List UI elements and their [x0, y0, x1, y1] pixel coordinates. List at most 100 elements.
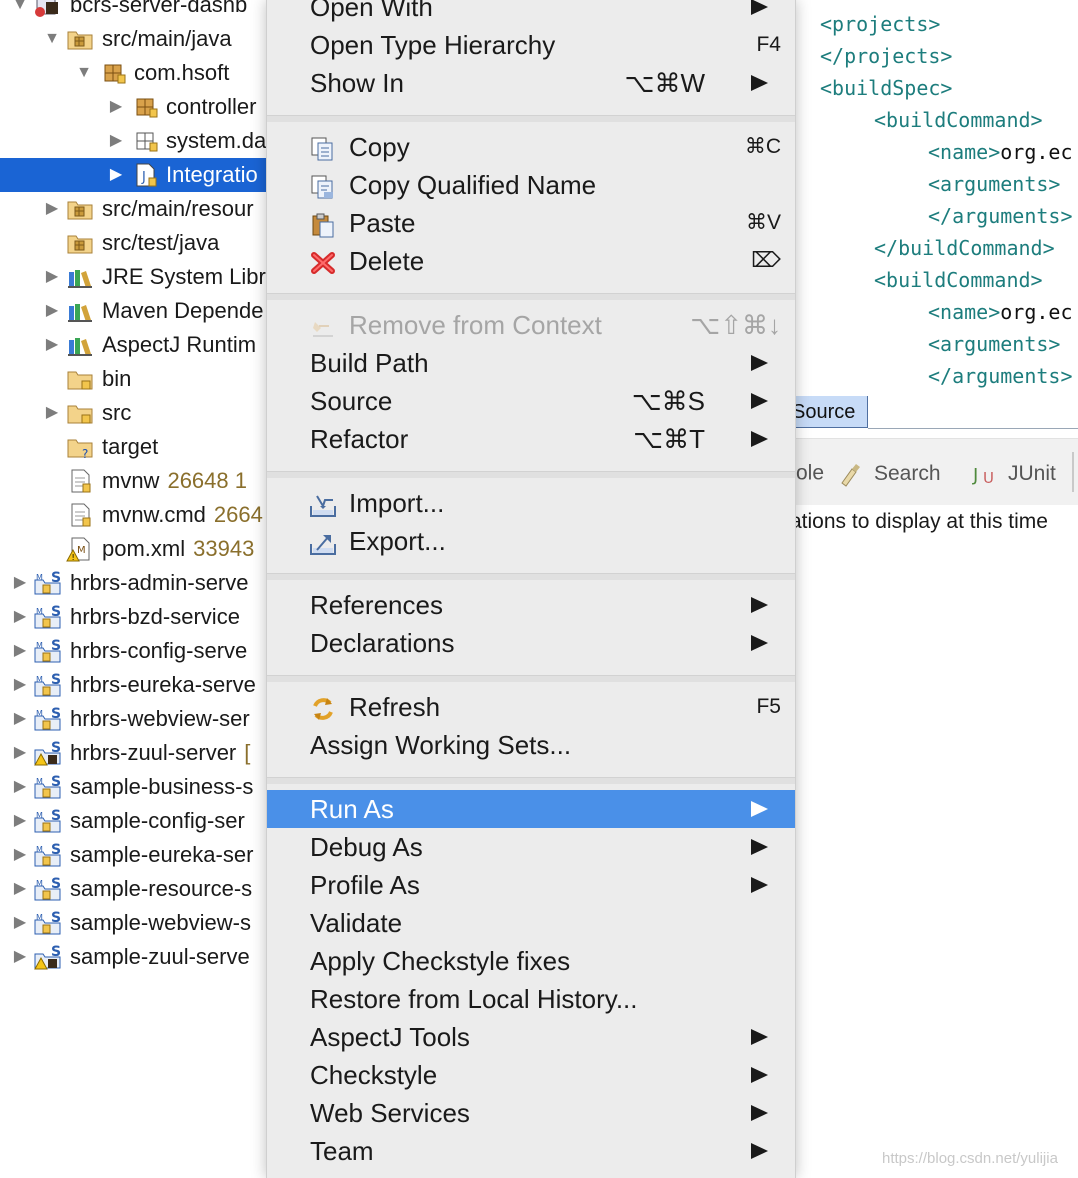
view-status-text: ations to display at this time [790, 510, 1048, 533]
tree-item[interactable]: ▼ bcrs-server-dashb [0, 0, 300, 22]
xml-line: <name>org.ec [928, 136, 1073, 168]
tree-item[interactable]: ▶ M Shrbrs-admin-serve [0, 566, 300, 600]
expand-arrow-right-icon[interactable]: ▶ [42, 294, 62, 328]
expand-arrow-right-icon[interactable]: ▶ [10, 566, 30, 600]
expand-arrow-right-icon[interactable]: ▶ [42, 192, 62, 226]
expand-arrow-right-icon[interactable]: ▶ [10, 600, 30, 634]
tree-item[interactable]: bin [0, 362, 300, 396]
xml-editor[interactable]: <projects> </projects> <buildSpec> <buildCo… [790, 0, 1078, 440]
tree-item[interactable]: ▶ src/main/resour [0, 192, 300, 226]
expand-arrow-down-icon[interactable]: ▼ [10, 0, 30, 22]
source-folder-icon [66, 230, 94, 256]
view-tab-label: JUnit [1008, 462, 1056, 485]
menu-item-label: Delete [349, 246, 425, 276]
menu-item-label: Restore from Local History... [310, 984, 638, 1014]
tree-item[interactable]: ▶ M Ssample-config-ser [0, 804, 300, 838]
expand-arrow-right-icon[interactable]: ▶ [10, 668, 30, 702]
menu-item-apply-checkstyle-fixes[interactable]: Apply Checkstyle fixes [267, 942, 795, 980]
menu-item-debug-as[interactable]: Debug As [267, 828, 795, 866]
menu-item-open-type-hierarchy[interactable]: Open Type Hierarchy F4 [267, 26, 795, 64]
menu-item-export[interactable]: Export... [267, 522, 795, 560]
menu-item-assign-working-sets[interactable]: Assign Working Sets... [267, 726, 795, 764]
tree-item[interactable]: ▶ JRE System Libr [0, 260, 300, 294]
expand-arrow-right-icon[interactable]: ▶ [10, 872, 30, 906]
menu-item-copy[interactable]: Copy ⌘C [267, 128, 795, 166]
submenu-arrow-icon [751, 393, 768, 409]
tree-item[interactable]: mvnw.cmd 2664 [0, 498, 300, 532]
tree-item-text: pom.xml 33943 [102, 532, 254, 566]
expand-arrow-right-icon[interactable]: ▶ [10, 906, 30, 940]
view-tab-junit[interactable]: J U JUnit [972, 461, 1056, 487]
tree-item-meta: 33943 [193, 536, 255, 561]
expand-arrow-down-icon[interactable]: ▼ [74, 56, 94, 90]
source-folder-icon [66, 26, 94, 52]
menu-item-restore-from-local-history[interactable]: Restore from Local History... [267, 980, 795, 1018]
expand-arrow-right-icon[interactable]: ▶ [10, 702, 30, 736]
tree-item[interactable]: ▶ M Ssample-resource-s [0, 872, 300, 906]
tree-item[interactable]: ▶ controller [0, 90, 300, 124]
tree-item[interactable]: ▶ J Integratio [0, 158, 300, 192]
tree-item[interactable]: M! pom.xml 33943 [0, 532, 300, 566]
expand-arrow-down-icon[interactable]: ▼ [42, 22, 62, 56]
expand-arrow-right-icon[interactable]: ▶ [106, 90, 126, 124]
tree-item[interactable]: ▶ M Shrbrs-webview-ser [0, 702, 300, 736]
svg-text:J: J [141, 170, 146, 185]
menu-item-profile-as[interactable]: Profile As [267, 866, 795, 904]
expand-arrow-right-icon[interactable]: ▶ [10, 804, 30, 838]
spring-project-icon: MS [34, 638, 62, 664]
menu-item-refactor[interactable]: Refactor ⌥⌘T [267, 420, 795, 458]
menu-item-build-path[interactable]: Build Path [267, 344, 795, 382]
menu-item-aspectj-tools[interactable]: AspectJ Tools [267, 1018, 795, 1056]
view-tab-search[interactable]: Search [838, 461, 941, 487]
editor-tab-source[interactable]: Source [790, 396, 868, 428]
expand-arrow-right-icon[interactable]: ▶ [106, 124, 126, 158]
menu-item-import[interactable]: Import... [267, 484, 795, 522]
expand-arrow-right-icon[interactable]: ▶ [10, 634, 30, 668]
expand-arrow-right-icon[interactable]: ▶ [106, 158, 126, 192]
expand-arrow-right-icon[interactable]: ▶ [10, 940, 30, 974]
menu-item-references[interactable]: References [267, 586, 795, 624]
expand-arrow-right-icon[interactable]: ▶ [10, 838, 30, 872]
expand-arrow-right-icon[interactable]: ▶ [42, 396, 62, 430]
tree-item[interactable]: ▶ AspectJ Runtim [0, 328, 300, 362]
tree-item[interactable]: ▶ M Shrbrs-config-serve [0, 634, 300, 668]
menu-item-declarations[interactable]: Declarations [267, 624, 795, 662]
menu-item-validate[interactable]: Validate [267, 904, 795, 942]
menu-item-label: Copy Qualified Name [349, 170, 597, 200]
view-tab-ole[interactable]: ole [796, 461, 824, 485]
tree-item-label: sample-webview-s [70, 910, 251, 935]
tree-item[interactable]: mvnw 26648 1 [0, 464, 300, 498]
menu-item-refresh[interactable]: Refresh F5 [267, 688, 795, 726]
menu-item-team[interactable]: Team [267, 1132, 795, 1170]
tree-item[interactable]: ▶ M Ssample-webview-s [0, 906, 300, 940]
menu-item-checkstyle[interactable]: Checkstyle [267, 1056, 795, 1094]
menu-item-show-in[interactable]: Show In ⌥⌘W [267, 64, 795, 102]
tree-item[interactable]: ▶ src [0, 396, 300, 430]
menu-item-run-as[interactable]: Run As [267, 790, 795, 828]
tree-item[interactable]: ▶ M Shrbrs-eureka-serve [0, 668, 300, 702]
tree-item[interactable]: ▶ M Ssample-eureka-ser [0, 838, 300, 872]
tree-item-text: mvnw.cmd 2664 [102, 498, 263, 532]
tree-item[interactable]: ▶ Shrbrs-zuul-server [ [0, 736, 300, 770]
import-icon [309, 490, 339, 518]
tree-item[interactable]: ▼ src/main/java [0, 22, 300, 56]
expand-arrow-right-icon[interactable]: ▶ [42, 328, 62, 362]
menu-item-web-services[interactable]: Web Services [267, 1094, 795, 1132]
menu-item-paste[interactable]: Paste ⌘V [267, 204, 795, 242]
tree-item[interactable]: ▼ com.hsoft [0, 56, 300, 90]
expand-arrow-right-icon[interactable]: ▶ [42, 260, 62, 294]
menu-item-source[interactable]: Source ⌥⌘S [267, 382, 795, 420]
tree-item[interactable]: ▶ M Ssample-business-s [0, 770, 300, 804]
menu-item-delete[interactable]: Delete ⌦ [267, 242, 795, 280]
expand-arrow-right-icon[interactable]: ▶ [10, 736, 30, 770]
tree-item[interactable]: ▶ M Shrbrs-bzd-service [0, 600, 300, 634]
tree-item[interactable]: ▶ Ssample-zuul-serve [0, 940, 300, 974]
tree-item[interactable]: ? target [0, 430, 300, 464]
menu-item-copy-qualified-name[interactable]: Copy Qualified Name [267, 166, 795, 204]
expand-arrow-right-icon[interactable]: ▶ [10, 770, 30, 804]
tree-item[interactable]: src/test/java [0, 226, 300, 260]
menu-item-open-with[interactable]: Open With [267, 0, 795, 26]
menu-separator [267, 115, 795, 122]
tree-item[interactable]: ▶ system.da [0, 124, 300, 158]
tree-item[interactable]: ▶ Maven Depende [0, 294, 300, 328]
